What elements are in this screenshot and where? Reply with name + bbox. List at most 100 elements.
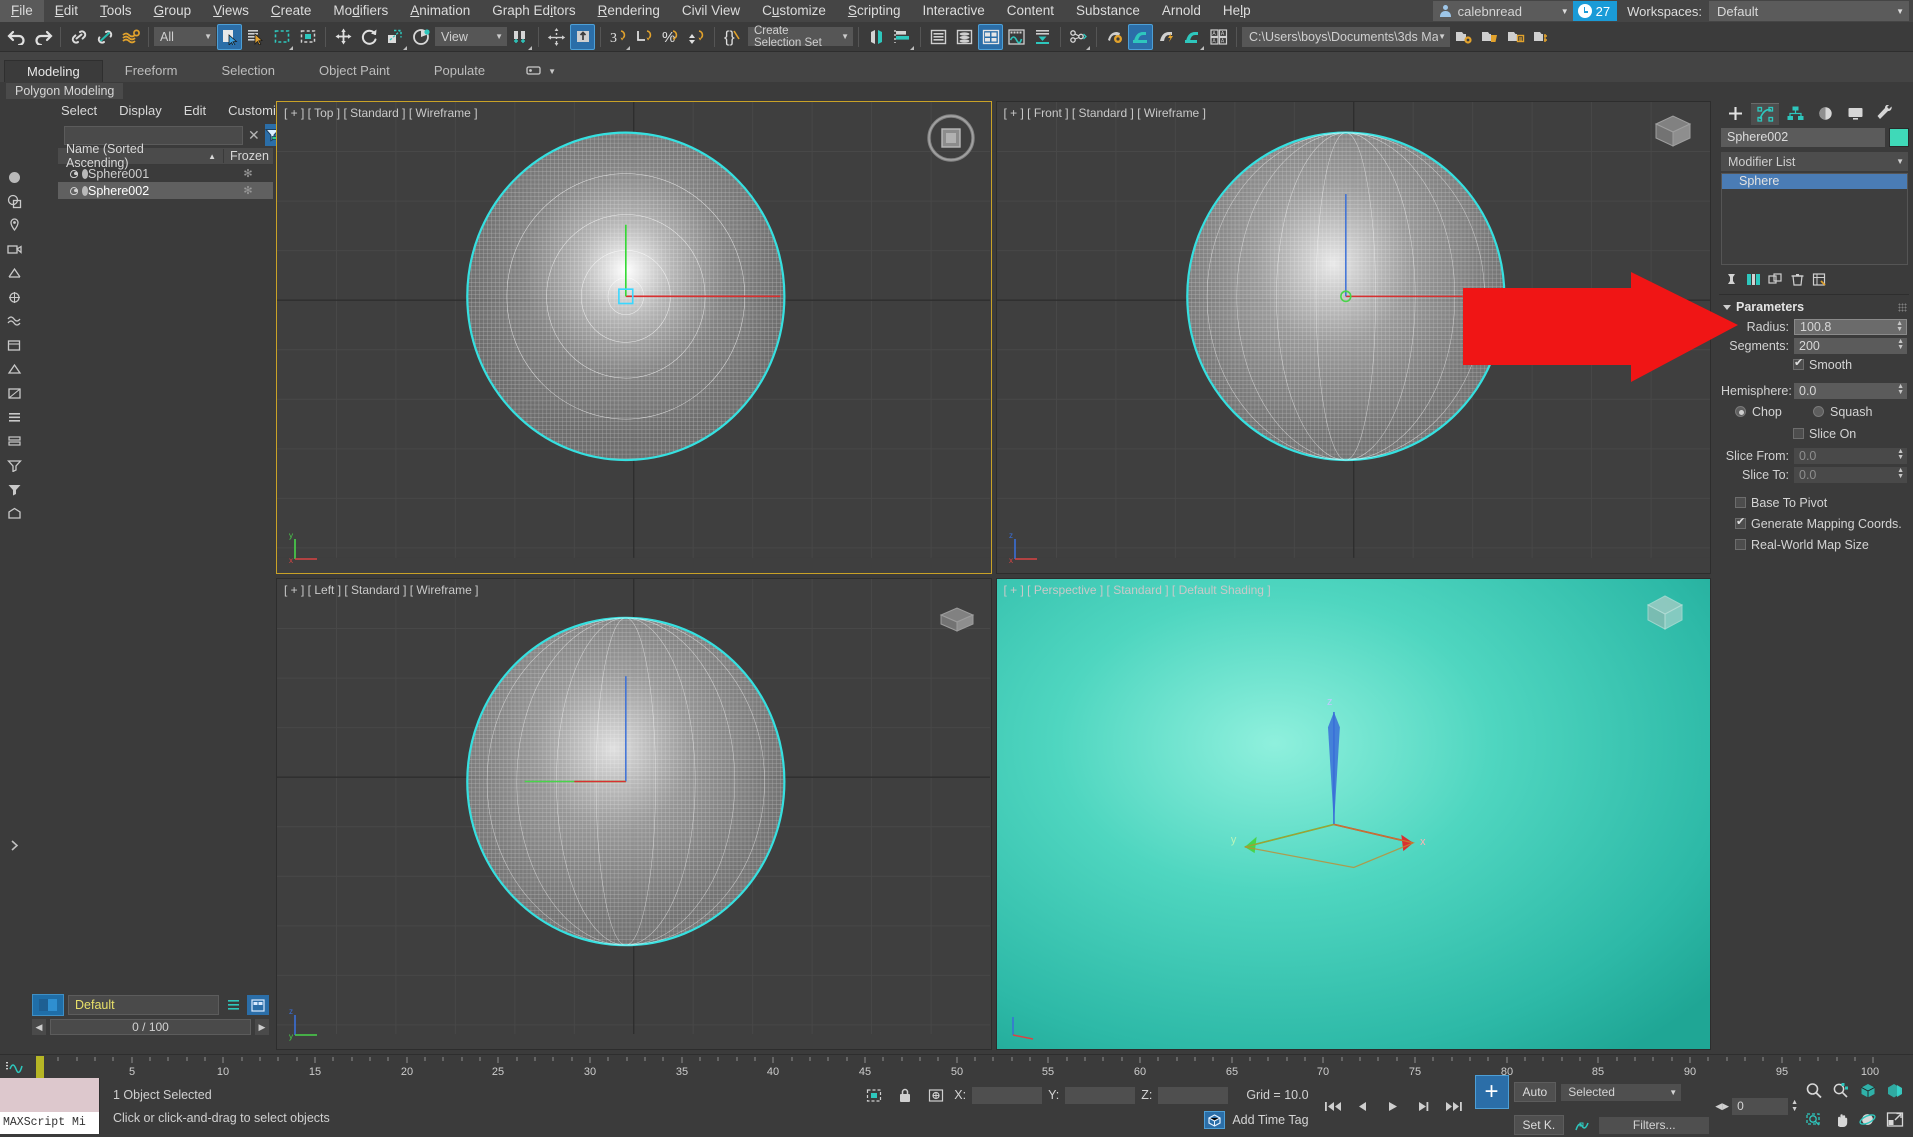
ribbon-tab-freeform[interactable]: Freeform	[103, 60, 200, 82]
render-production-icon[interactable]	[1154, 24, 1179, 50]
previous-frame-icon[interactable]	[1351, 1094, 1376, 1118]
generate-mapping-checkbox[interactable]	[1735, 518, 1746, 529]
object-name-field[interactable]: Sphere002	[1721, 128, 1885, 147]
render-setup-icon[interactable]	[1102, 24, 1127, 50]
object-color-swatch[interactable]	[1889, 128, 1909, 147]
material-editor-stack-icon[interactable]	[952, 24, 977, 50]
mirror-icon[interactable]	[544, 24, 569, 50]
menu-item-group[interactable]: Group	[143, 0, 203, 22]
chop-option[interactable]: Chop	[1721, 405, 1813, 419]
modifier-stack[interactable]: Sphere	[1721, 173, 1908, 265]
configure-modifier-sets-icon[interactable]	[1811, 271, 1827, 287]
toggle-scene-explorer-icon[interactable]: 3	[606, 24, 631, 50]
ribbon-tab-object-paint[interactable]: Object Paint	[297, 60, 412, 82]
zoom-region-icon[interactable]	[1882, 1078, 1907, 1102]
frame-prev-next-icon[interactable]: ◀▶	[1715, 1101, 1729, 1112]
menu-item-file[interactable]: File	[0, 0, 44, 22]
show-end-result-icon[interactable]	[1745, 271, 1761, 287]
menu-item-edit[interactable]: Edit	[44, 0, 89, 22]
maxscript-output-pane[interactable]	[0, 1078, 99, 1112]
tab-modify[interactable]	[1751, 103, 1779, 125]
project-path-dropdown[interactable]: C:\Users\boys\Documents\3ds Max 2021 ▼	[1242, 27, 1450, 47]
project-files-icon[interactable]	[1503, 24, 1528, 50]
curve-editor-icon[interactable]	[684, 24, 709, 50]
spinner-arrows-icon[interactable]: ▲▼	[1897, 384, 1904, 396]
group-icon[interactable]	[4, 337, 24, 354]
subscription-clock-badge[interactable]: 27	[1573, 1, 1617, 21]
set-key-button[interactable]: +	[1475, 1075, 1509, 1109]
field-of-view-icon[interactable]	[1801, 1107, 1826, 1131]
explorer-menu-select[interactable]: Select	[50, 103, 108, 118]
squash-option[interactable]: Squash	[1813, 405, 1872, 419]
modifier-stack-item-sphere[interactable]: Sphere	[1722, 174, 1907, 189]
window-crossing-toggle-icon[interactable]	[295, 24, 320, 50]
spinner-arrows-icon[interactable]: ▲▼	[1897, 339, 1904, 351]
auto-key-button[interactable]: Auto	[1514, 1082, 1557, 1102]
toggle-layer-explorer-icon[interactable]	[632, 24, 657, 50]
eye-icon[interactable]	[70, 170, 78, 178]
layer-manager-toggle-icon[interactable]	[247, 995, 269, 1015]
scroll-left-button[interactable]: ◀	[32, 1019, 46, 1035]
key-filters-button[interactable]: Filters...	[1599, 1117, 1709, 1134]
reference-coordinate-dropdown[interactable]: View ▼	[435, 27, 507, 46]
list-item[interactable]: Sphere001 ✻	[58, 165, 273, 182]
use-pivot-point-center-icon[interactable]	[508, 24, 533, 50]
camera-icon[interactable]	[4, 241, 24, 258]
spinner-arrows-icon[interactable]: ▲▼	[1897, 449, 1904, 461]
align-button[interactable]	[570, 24, 595, 50]
tab-create[interactable]	[1721, 103, 1749, 125]
toggle-scene-explorer-button[interactable]	[978, 24, 1003, 50]
pan-view-icon[interactable]	[1828, 1107, 1853, 1131]
zoom-icon[interactable]	[1801, 1078, 1826, 1102]
align-objects-icon[interactable]	[890, 24, 915, 50]
zoom-extents-icon[interactable]	[1855, 1078, 1880, 1102]
zoom-all-icon[interactable]	[1828, 1078, 1853, 1102]
viewport-label-top[interactable]: [ + ] [ Top ] [ Standard ] [ Wireframe ]	[284, 106, 478, 120]
tab-display[interactable]	[1841, 103, 1869, 125]
rectangular-selection-region-icon[interactable]	[269, 24, 294, 50]
lock-selection-icon[interactable]	[892, 1083, 917, 1107]
layer-swatch-icon[interactable]	[32, 994, 64, 1016]
key-filter-dropdown[interactable]: Selected ▼	[1561, 1084, 1681, 1101]
menu-item-scripting[interactable]: Scripting	[837, 0, 912, 22]
ribbon-tab-selection[interactable]: Selection	[200, 60, 297, 82]
select-and-place-icon[interactable]	[409, 24, 434, 50]
render-iterative-icon[interactable]	[1180, 24, 1205, 50]
current-frame-field[interactable]: 0	[1732, 1098, 1788, 1115]
make-unique-icon[interactable]	[1767, 271, 1783, 287]
filter-funnel-alt-icon[interactable]	[4, 481, 24, 498]
light-icon[interactable]	[4, 265, 24, 282]
redo-button[interactable]	[30, 24, 55, 50]
mirror-geometry-icon[interactable]	[864, 24, 889, 50]
menu-item-views[interactable]: Views	[202, 0, 260, 22]
filter-funnel-icon[interactable]	[4, 457, 24, 474]
select-and-scale-icon[interactable]	[383, 24, 408, 50]
user-account-button[interactable]: calebnread ▼	[1433, 1, 1573, 21]
menu-item-modifiers[interactable]: Modifiers	[322, 0, 399, 22]
selection-filter-dropdown[interactable]: All ▼	[154, 27, 216, 46]
radius-spinner[interactable]: 100.8 ▲▼	[1794, 319, 1907, 335]
set-project-folder-icon[interactable]	[1451, 24, 1476, 50]
pin-stack-icon[interactable]	[1723, 271, 1739, 287]
frame-range-field[interactable]: 0 / 100	[50, 1019, 251, 1035]
modifier-list-dropdown[interactable]: Modifier List ▼	[1721, 152, 1908, 171]
menu-item-animation[interactable]: Animation	[399, 0, 481, 22]
select-similar-icon[interactable]	[4, 193, 24, 210]
schematic-view-icon[interactable]: {}	[720, 24, 745, 50]
ribbon-tab-populate[interactable]: Populate	[412, 60, 507, 82]
ribbon-minimize-button[interactable]: ▼	[525, 60, 556, 82]
row-visibility-toggles[interactable]	[58, 186, 88, 196]
pin-stack-icon[interactable]	[4, 217, 24, 234]
ribbon-tab-modeling[interactable]: Modeling	[4, 60, 103, 82]
menu-item-graph-editors[interactable]: Graph Editors	[481, 0, 586, 22]
select-object-button[interactable]	[217, 24, 242, 50]
menu-item-create[interactable]: Create	[260, 0, 323, 22]
named-selection-set-dropdown[interactable]: Create Selection Set ▼	[748, 27, 853, 46]
select-by-name-button[interactable]	[243, 24, 268, 50]
viewport-top[interactable]: [ + ] [ Top ] [ Standard ] [ Wireframe ]…	[276, 101, 992, 574]
view-cube-left[interactable]	[937, 603, 977, 638]
undo-button[interactable]	[4, 24, 29, 50]
space-warp-icon[interactable]	[4, 313, 24, 330]
tab-hierarchy[interactable]	[1781, 103, 1809, 125]
open-folder-icon[interactable]	[1477, 24, 1502, 50]
